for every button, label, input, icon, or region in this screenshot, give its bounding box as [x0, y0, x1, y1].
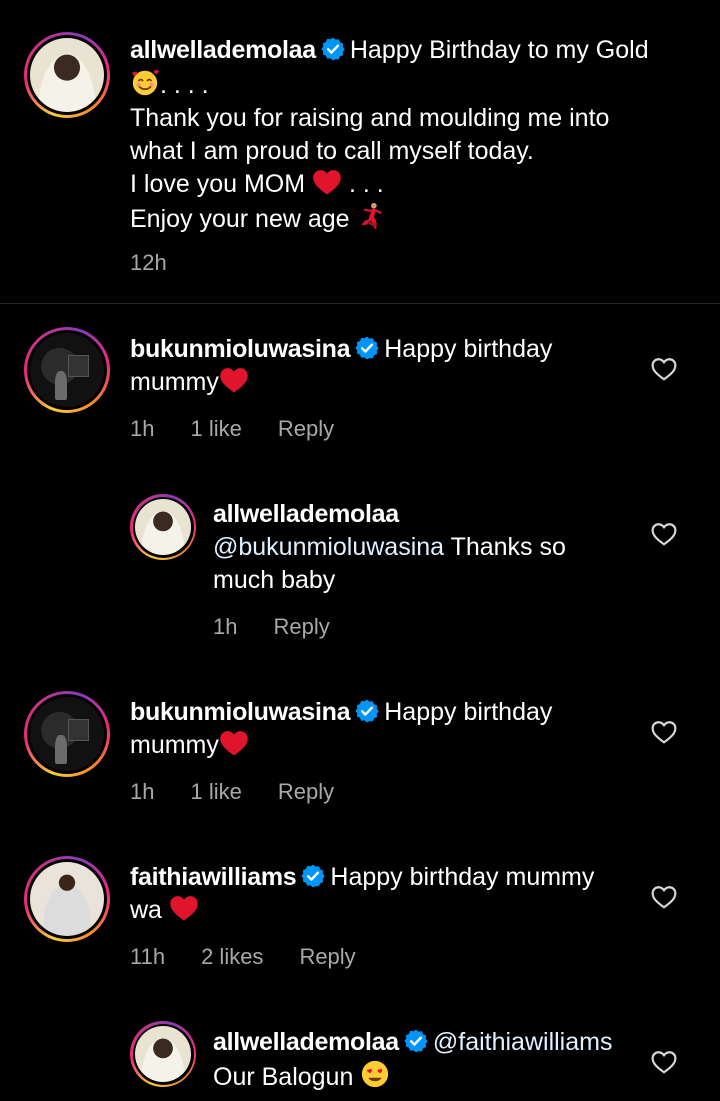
caption-username[interactable]: allwellademolaa: [130, 36, 316, 64]
verified-badge-icon: [300, 863, 326, 889]
comment-text-line-2: much baby: [213, 566, 336, 594]
red-heart-emoji: [219, 366, 249, 394]
caption-line-6: Enjoy your new age: [130, 201, 700, 236]
comment-time: 11h: [130, 944, 166, 969]
comment: faithiawilliams Happy birthday mummy wa: [130, 861, 640, 927]
avatar-allwellademolaa[interactable]: [24, 32, 110, 118]
like-heart-icon[interactable]: [651, 885, 677, 909]
verified-badge-icon: [320, 36, 346, 62]
mention-link[interactable]: @bukunmioluwasina: [213, 533, 444, 561]
caption-line-1: allwellademolaa Happy Birthday to my Gold: [130, 34, 700, 67]
comment-meta: 11h 2 likes Reply: [130, 944, 392, 970]
avatar-faithiawilliams[interactable]: [24, 856, 110, 942]
avatar-allwellademolaa[interactable]: [130, 494, 196, 560]
comment-meta: 1h 1 like Reply: [130, 416, 370, 442]
comment-username[interactable]: allwellademolaa: [213, 1028, 399, 1056]
caption-text: Happy Birthday to my Gold: [349, 36, 649, 64]
comment-time: 1h: [130, 779, 155, 804]
verified-badge-icon: [403, 1028, 429, 1054]
comment: bukunmioluwasina Happy birthday mummy: [130, 696, 640, 762]
like-heart-icon[interactable]: [651, 720, 677, 744]
red-heart-emoji: [169, 894, 199, 922]
mention-link[interactable]: @faithiawilliams: [433, 1028, 613, 1056]
like-heart-icon[interactable]: [651, 357, 677, 381]
comment-time: 1h: [130, 416, 155, 441]
heart-eyes-emoji: [360, 1059, 390, 1089]
caption-time: 12h: [130, 250, 167, 275]
avatar-bukunmioluwasina[interactable]: [24, 327, 110, 413]
comment-text-line-2: wa: [130, 896, 162, 924]
reply-comment: allwellademolaa @faithiawilliams Our Balo…: [213, 1026, 643, 1094]
reply-comment: allwellademolaa @bukunmioluwasina Thanks…: [213, 498, 643, 597]
comment: bukunmioluwasina Happy birthday mummy: [130, 333, 640, 399]
comment-text-line-2: mummy: [130, 731, 219, 759]
comment-text-line-2: mummy: [130, 368, 219, 396]
caption: allwellademolaa Happy Birthday to my Gold…: [130, 34, 700, 236]
smiling-face-with-hearts-emoji: [130, 67, 160, 97]
red-heart-emoji: [219, 729, 249, 757]
reply-button[interactable]: Reply: [299, 944, 355, 969]
red-heart-emoji: [312, 168, 342, 196]
comment-likes[interactable]: 1 like: [190, 416, 241, 441]
comment-text: Thanks so: [450, 533, 566, 561]
divider: [0, 303, 720, 304]
comment-username[interactable]: faithiawilliams: [130, 863, 297, 891]
caption-line-5: I love you MOM . . .: [130, 168, 384, 198]
comment-likes[interactable]: 2 likes: [201, 944, 263, 969]
like-heart-icon[interactable]: [651, 522, 677, 546]
avatar-bukunmioluwasina[interactable]: [24, 691, 110, 777]
avatar-allwellademolaa[interactable]: [130, 1021, 196, 1087]
verified-badge-icon: [354, 698, 380, 724]
caption-line-4: what I am proud to call myself today.: [130, 137, 534, 165]
reply-button[interactable]: Reply: [278, 779, 334, 804]
comment-text-line-2: Our Balogun: [213, 1063, 354, 1091]
woman-dancing-emoji: [357, 201, 387, 231]
like-heart-icon[interactable]: [651, 1050, 677, 1074]
verified-badge-icon: [354, 335, 380, 361]
comment-username[interactable]: bukunmioluwasina: [130, 335, 351, 363]
comment-text: Happy birthday: [384, 698, 553, 726]
comment-time: 1h: [213, 614, 238, 639]
caption-dots: . . . .: [160, 71, 209, 99]
comment-username[interactable]: bukunmioluwasina: [130, 698, 351, 726]
comment-username[interactable]: allwellademolaa: [213, 500, 399, 528]
comment-meta: 1h 1 like Reply: [130, 779, 370, 805]
reply-button[interactable]: Reply: [273, 614, 329, 639]
comment-meta: 1h Reply: [213, 614, 366, 640]
comment-likes[interactable]: 1 like: [190, 779, 241, 804]
reply-button[interactable]: Reply: [278, 416, 334, 441]
caption-line-3: Thank you for raising and moulding me in…: [130, 104, 610, 132]
comment-text: Happy birthday mummy: [330, 863, 595, 891]
caption-line-2: . . . .: [130, 67, 700, 102]
comment-text: Happy birthday: [384, 335, 553, 363]
